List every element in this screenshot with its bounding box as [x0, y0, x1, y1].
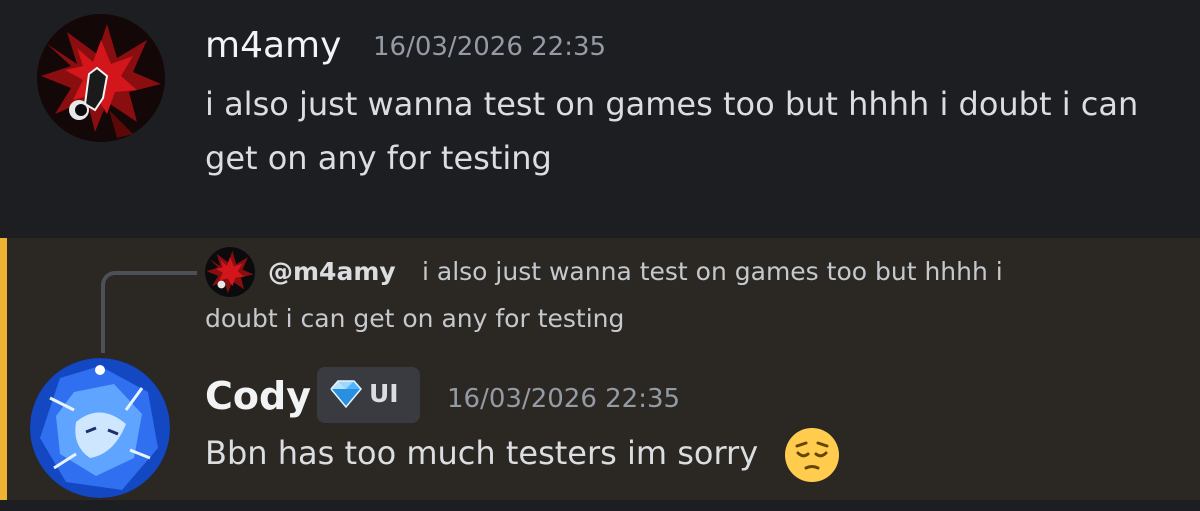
message-m4amy[interactable]: m4amy 16/03/2026 22:35 i also just wanna… — [0, 0, 1200, 238]
chat-view: m4amy 16/03/2026 22:35 i also just wanna… — [0, 0, 1200, 511]
message-timestamp[interactable]: 16/03/2026 22:35 — [373, 32, 606, 62]
role-label: UI — [369, 379, 399, 408]
avatar[interactable] — [37, 14, 165, 142]
gem-icon — [330, 380, 362, 409]
reply-mention[interactable]: @m4amy — [268, 255, 396, 289]
author-name[interactable]: m4amy — [205, 26, 341, 66]
reply-spine — [101, 271, 197, 353]
highlight-accent-bar — [0, 238, 7, 500]
avatar-image — [30, 358, 170, 498]
message-text-line: get on any for testing — [205, 139, 552, 177]
reply-avatar-image — [205, 247, 255, 297]
role-tag[interactable]: UI — [317, 367, 420, 423]
pensive-face-emoji — [785, 428, 839, 482]
divider — [0, 500, 1200, 511]
message-text-line: i also just wanna test on games too but … — [205, 85, 1139, 123]
message-text-line: Bbn has too much testers im sorry — [205, 434, 759, 472]
avatar[interactable] — [30, 358, 170, 498]
avatar-image — [37, 14, 165, 142]
reply-avatar[interactable] — [205, 247, 255, 297]
message-timestamp[interactable]: 16/03/2026 22:35 — [447, 384, 680, 414]
author-name[interactable]: Cody — [205, 376, 311, 416]
reply-preview-text[interactable]: i also just wanna test on games too but … — [422, 249, 1003, 295]
reply-preview-text[interactable]: doubt i can get on any for testing — [205, 296, 624, 342]
